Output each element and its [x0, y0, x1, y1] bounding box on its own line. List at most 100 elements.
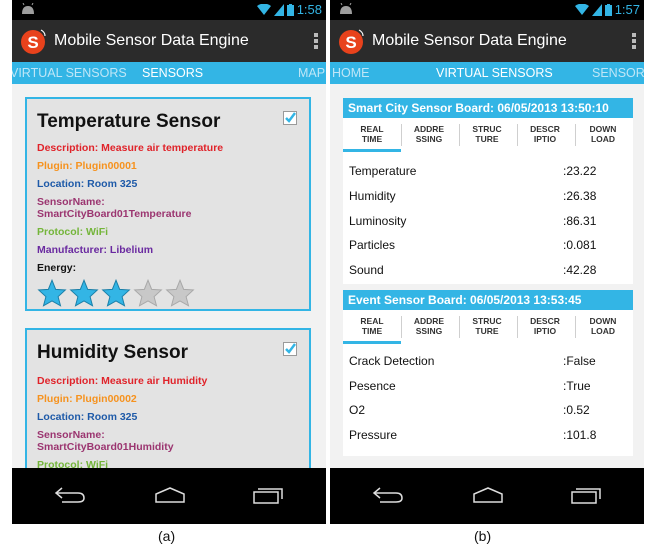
home-icon[interactable] — [154, 486, 186, 504]
overflow-menu-icon[interactable] — [314, 32, 318, 50]
home-icon[interactable] — [472, 486, 504, 504]
board-list[interactable]: Smart City Sensor Board: 06/05/2013 13:5… — [330, 84, 644, 468]
sensor-protocol: Protocol: WiFi — [37, 459, 109, 468]
sensorname-value: SmartCityBoard01Temperature — [37, 208, 192, 220]
star-filled-icon — [37, 279, 67, 307]
checkbox-checked-icon[interactable] — [283, 342, 297, 356]
tab-home[interactable]: HOME — [332, 66, 370, 80]
board-tab-bar: REAL TIME ADDRE SSING STRUC TURE DESCR IPTIO… — [343, 310, 633, 344]
tab-divider — [517, 124, 518, 146]
svg-text:S: S — [27, 33, 38, 52]
tab-virtual-sensors[interactable]: VIRTUAL SENSORS — [12, 66, 127, 80]
board-tab-label: ADDRE — [413, 124, 445, 134]
sensor-list[interactable]: Temperature Sensor Description: Measure … — [12, 84, 326, 468]
reading-label: Particles — [349, 238, 396, 252]
board-tab-label: STRUC — [472, 124, 502, 134]
recent-apps-icon[interactable] — [570, 486, 602, 504]
board-tab-label: IPTIO — [533, 326, 557, 336]
recent-apps-icon[interactable] — [252, 486, 284, 504]
reading-value: :True — [563, 379, 591, 393]
checkbox-checked-icon[interactable] — [283, 111, 297, 125]
board-tab-realtime[interactable]: REAL TIME — [346, 316, 398, 336]
reading-label: Pesence — [349, 379, 396, 393]
status-time: 1:58 — [296, 2, 322, 17]
sensor-name: Temperature Sensor — [37, 111, 221, 132]
board-tab-label: LOAD — [590, 134, 616, 144]
sensor-location: Location: Room 325 — [37, 178, 138, 190]
app-logo-icon[interactable]: S — [20, 27, 48, 55]
tab-map[interactable]: MAP — [298, 66, 325, 80]
sensor-name: Humidity Sensor — [37, 342, 188, 363]
tab-sensors[interactable]: SENSORS — [592, 66, 644, 80]
tab-divider — [459, 316, 460, 338]
back-icon[interactable] — [372, 486, 404, 504]
tab-divider — [575, 124, 576, 146]
board-tab-label: REAL — [360, 316, 384, 326]
sensor-description: Description: Measure air Humidity — [37, 375, 208, 387]
board-tab-label: REAL — [360, 124, 384, 134]
battery-icon — [286, 3, 294, 16]
reading-label: Pressure — [349, 428, 398, 442]
tab-divider — [401, 124, 402, 146]
reading-label: Crack Detection — [349, 354, 435, 368]
tab-divider — [459, 124, 460, 146]
board-tab-label: TIME — [361, 326, 383, 336]
tab-bar: VIRTUAL SENSORS SENSORS MAP — [12, 62, 326, 84]
app-logo-icon[interactable]: S — [338, 27, 366, 55]
overflow-menu-icon[interactable] — [632, 32, 636, 50]
board-header: Event Sensor Board: 06/05/2013 13:53:45 — [343, 290, 633, 310]
board-tab-addressing[interactable]: ADDRE SSING — [403, 316, 455, 336]
board-tab-description[interactable]: DESCR IPTIO — [519, 316, 571, 336]
reading-value: :False — [563, 354, 596, 368]
board-readings: Temperature:23.22 Humidity:26.38 Luminos… — [343, 152, 633, 284]
reading-row: Sound:42.28 — [343, 257, 633, 282]
wifi-icon — [256, 3, 271, 15]
energy-rating — [37, 279, 195, 307]
reading-value: :101.8 — [563, 428, 597, 442]
reading-value: :23.22 — [563, 164, 597, 178]
phone-b-screen: 1:57 S Mobile Sensor Data Engine HOME VI… — [330, 0, 644, 524]
board-tab-label: DOWN — [589, 124, 617, 134]
board-tab-label: DESCR — [530, 124, 560, 134]
tab-divider — [517, 316, 518, 338]
sensor-card-humidity[interactable]: Humidity Sensor Description: Measure air… — [25, 328, 311, 468]
board-tab-label: TURE — [475, 134, 499, 144]
reading-value: :86.31 — [563, 214, 597, 228]
board-tab-structure[interactable]: STRUC TURE — [461, 316, 513, 336]
reading-row: Temperature:23.22 — [343, 158, 633, 183]
reading-value: :42.28 — [563, 263, 597, 277]
reading-value: :0.52 — [563, 403, 590, 417]
app-title: Mobile Sensor Data Engine — [372, 32, 567, 49]
sensor-location: Location: Room 325 — [37, 411, 138, 423]
board-tab-description[interactable]: DESCR IPTIO — [519, 124, 571, 144]
reading-row: Particles:0.081 — [343, 232, 633, 257]
reading-row: Pesence :True — [343, 373, 633, 398]
android-notification-icon — [340, 3, 352, 14]
navigation-bar — [12, 468, 326, 524]
sensor-manufacturer: Manufacturer: Libelium — [37, 244, 154, 256]
reading-label: Luminosity — [349, 214, 407, 228]
tab-sensors[interactable]: SENSORS — [142, 66, 203, 80]
star-filled-icon — [101, 279, 131, 307]
sensor-card-temperature[interactable]: Temperature Sensor Description: Measure … — [25, 97, 311, 311]
board-tab-label: LOAD — [590, 326, 616, 336]
board-tab-structure[interactable]: STRUC TURE — [461, 124, 513, 144]
board-tab-realtime[interactable]: REAL TIME — [346, 124, 398, 144]
reading-row: Crack Detection :False — [343, 348, 633, 373]
phone-a-screen: 1:58 S Mobile Sensor Data Engine VIRTUAL… — [12, 0, 326, 524]
tab-virtual-sensors[interactable]: VIRTUAL SENSORS — [436, 66, 553, 80]
sensorname-label: SensorName: — [37, 196, 105, 208]
board-tab-label: IPTIO — [533, 134, 557, 144]
reading-row: Pressure :101.8 — [343, 422, 633, 447]
status-bar: 1:58 — [12, 0, 326, 20]
star-empty-icon — [165, 279, 195, 307]
status-bar: 1:57 — [330, 0, 644, 20]
back-icon[interactable] — [54, 486, 86, 504]
energy-label: Energy: — [37, 262, 77, 274]
app-title: Mobile Sensor Data Engine — [54, 32, 249, 49]
wifi-icon — [574, 3, 589, 15]
board-tab-addressing[interactable]: ADDRE SSING — [403, 124, 455, 144]
board-tab-download[interactable]: DOWN LOAD — [577, 316, 629, 336]
caption-b: (b) — [474, 528, 492, 544]
board-tab-download[interactable]: DOWN LOAD — [577, 124, 629, 144]
